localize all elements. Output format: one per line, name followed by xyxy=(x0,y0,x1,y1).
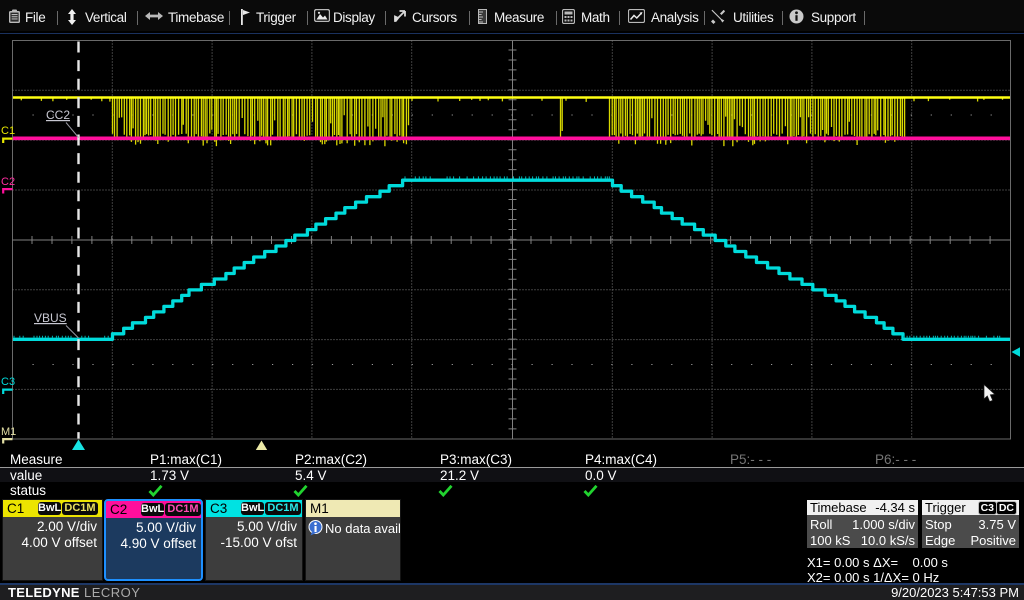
svg-text:VBUS: VBUS xyxy=(34,311,67,325)
svg-text:C2: C2 xyxy=(1,176,15,188)
svg-text:C3: C3 xyxy=(1,376,15,388)
svg-text:CC2: CC2 xyxy=(46,108,70,122)
svg-text:M1: M1 xyxy=(1,426,16,438)
svg-text:C1: C1 xyxy=(1,125,15,137)
